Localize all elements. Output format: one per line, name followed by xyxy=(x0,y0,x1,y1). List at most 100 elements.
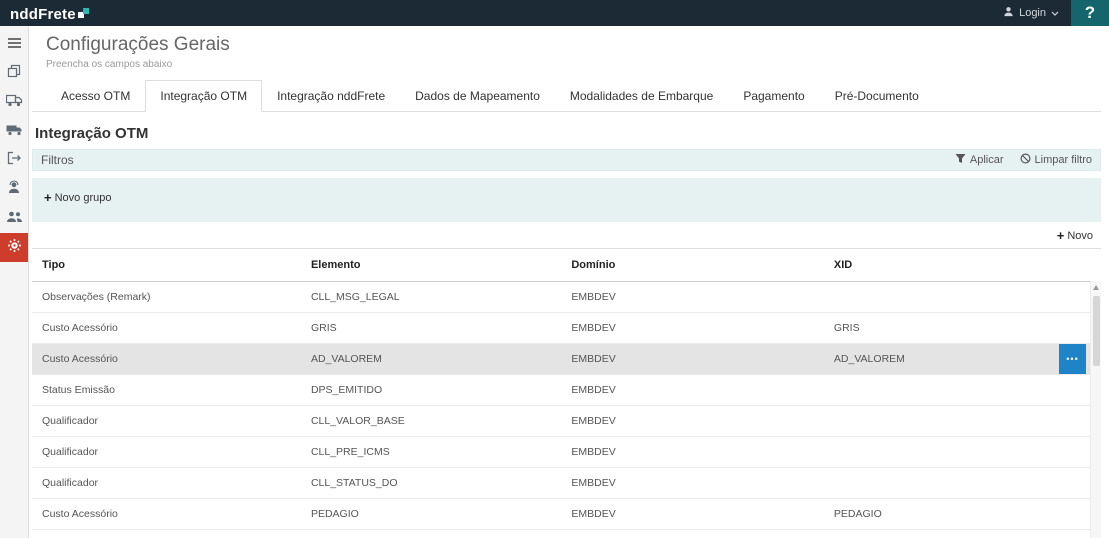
export-icon xyxy=(7,151,21,170)
column-header-dominio: Domínio xyxy=(567,249,830,281)
cell-elemento: CLL_PRE_ICMS xyxy=(307,437,567,467)
tab-pr-documento[interactable]: Pré-Documento xyxy=(820,80,934,112)
table-row[interactable]: Custo AcessórioAD_VALOREMEMBDEVAD_VALORE… xyxy=(32,344,1101,375)
sidebar-item-freight[interactable] xyxy=(0,88,28,117)
cell-dominio: EMBDEV xyxy=(567,282,830,312)
sidebar xyxy=(0,26,29,538)
cell-dominio: EMBDEV xyxy=(567,344,830,374)
table-row[interactable]: QualificadorCLL_STATUS_DOEMBDEV xyxy=(32,468,1101,499)
table-body: Observações (Remark)CLL_MSG_LEGALEMBDEVC… xyxy=(32,282,1101,530)
topbar: nddFrete Login ? xyxy=(0,0,1109,26)
table-row[interactable]: Observações (Remark)CLL_MSG_LEGALEMBDEV xyxy=(32,282,1101,313)
sidebar-item-menu[interactable] xyxy=(0,30,28,59)
main-content: Configurações Gerais Preencha os campos … xyxy=(29,26,1109,538)
tab-dados-de-mapeamento[interactable]: Dados de Mapeamento xyxy=(400,80,555,112)
apply-filter-label: Aplicar xyxy=(970,154,1004,166)
cell-dominio: EMBDEV xyxy=(567,468,830,498)
support-headset-icon xyxy=(7,180,21,199)
tab-acesso-otm[interactable]: Acesso OTM xyxy=(46,80,145,112)
plus-icon: + xyxy=(1057,229,1065,242)
data-table: TipoElementoDomínioXID Observações (Rema… xyxy=(32,248,1101,538)
plus-icon: + xyxy=(44,191,52,204)
ban-icon xyxy=(1020,153,1031,167)
clear-filter-button[interactable]: Limpar filtro xyxy=(1020,153,1092,167)
section-title: Integração OTM xyxy=(35,125,1101,142)
brand-flag-icon xyxy=(78,7,89,22)
users-icon xyxy=(6,210,23,228)
table-header: TipoElementoDomínioXID xyxy=(32,249,1101,282)
table-row[interactable]: Custo AcessórioGRISEMBDEVGRIS xyxy=(32,313,1101,344)
cell-xid xyxy=(830,437,1101,467)
new-label: Novo xyxy=(1067,230,1093,242)
scroll-up-arrow-icon[interactable] xyxy=(1093,285,1099,290)
cell-dominio: EMBDEV xyxy=(567,406,830,436)
new-group-label: Novo grupo xyxy=(55,192,112,204)
cell-tipo: Qualificador xyxy=(38,406,307,436)
column-header-elemento: Elemento xyxy=(307,249,567,281)
tab-modalidades-de-embarque[interactable]: Modalidades de Embarque xyxy=(555,80,728,112)
scrollbar-thumb[interactable] xyxy=(1093,296,1100,366)
sidebar-item-documents[interactable] xyxy=(0,59,28,88)
login-button[interactable]: Login xyxy=(991,0,1071,26)
sidebar-item-support[interactable] xyxy=(0,175,28,204)
cell-tipo: Custo Acessório xyxy=(38,344,307,374)
sidebar-item-fleet[interactable] xyxy=(0,117,28,146)
sidebar-item-users[interactable] xyxy=(0,204,28,233)
sidebar-item-settings[interactable] xyxy=(0,233,28,262)
tab-integra-o-nddfrete[interactable]: Integração nddFrete xyxy=(262,80,400,112)
gear-icon xyxy=(7,238,22,258)
cell-xid: GRIS xyxy=(830,313,1101,343)
cell-tipo: Status Emissão xyxy=(38,375,307,405)
page-title: Configurações Gerais xyxy=(46,34,1101,56)
brand-logo: nddFrete xyxy=(10,4,89,22)
cell-dominio: EMBDEV xyxy=(567,437,830,467)
filters-bar: Filtros Aplicar Limpar filtro xyxy=(32,149,1101,171)
cell-tipo: Qualificador xyxy=(38,468,307,498)
tab-pagamento[interactable]: Pagamento xyxy=(728,80,819,112)
cell-elemento: CLL_VALOR_BASE xyxy=(307,406,567,436)
cell-dominio: EMBDEV xyxy=(567,375,830,405)
cell-elemento: CLL_MSG_LEGAL xyxy=(307,282,567,312)
cell-dominio: EMBDEV xyxy=(567,313,830,343)
new-row: + Novo xyxy=(32,222,1101,248)
help-button[interactable]: ? xyxy=(1071,0,1109,26)
cell-xid xyxy=(830,282,1101,312)
column-header-xid: XID xyxy=(830,249,1101,281)
truck-solid-icon xyxy=(6,123,23,141)
new-group-button[interactable]: + Novo grupo xyxy=(44,191,111,204)
tab-integra-o-otm[interactable]: Integração OTM xyxy=(145,80,262,112)
page-header: Configurações Gerais Preencha os campos … xyxy=(46,34,1101,70)
cell-elemento: DPS_EMITIDO xyxy=(307,375,567,405)
login-label: Login xyxy=(1019,7,1046,19)
table-scrollbar[interactable] xyxy=(1090,281,1101,538)
cell-tipo: Custo Acessório xyxy=(38,313,307,343)
funnel-icon xyxy=(955,153,966,167)
chevron-down-icon xyxy=(1051,7,1059,19)
user-icon xyxy=(1003,6,1014,20)
copy-pages-icon xyxy=(7,64,21,83)
cell-elemento: PEDAGIO xyxy=(307,499,567,529)
new-button[interactable]: + Novo xyxy=(1057,229,1093,242)
cell-dominio: EMBDEV xyxy=(567,499,830,529)
cell-xid xyxy=(830,406,1101,436)
table-row[interactable]: Status EmissãoDPS_EMITIDOEMBDEV xyxy=(32,375,1101,406)
sidebar-item-export[interactable] xyxy=(0,146,28,175)
clear-filter-label: Limpar filtro xyxy=(1035,154,1092,166)
brand-text: nddFrete xyxy=(10,7,76,22)
row-actions-button[interactable]: ••• xyxy=(1059,344,1086,374)
cell-tipo: Qualificador xyxy=(38,437,307,467)
truck-outline-icon xyxy=(6,94,23,112)
table-row[interactable]: QualificadorCLL_VALOR_BASEEMBDEV xyxy=(32,406,1101,437)
cell-tipo: Observações (Remark) xyxy=(38,282,307,312)
tab-bar: Acesso OTMIntegração OTMIntegração nddFr… xyxy=(32,80,1101,112)
table-row[interactable]: Custo AcessórioPEDAGIOEMBDEVPEDAGIO xyxy=(32,499,1101,530)
cell-tipo: Custo Acessório xyxy=(38,499,307,529)
page-subtitle: Preencha os campos abaixo xyxy=(46,59,1101,70)
table-row[interactable]: QualificadorCLL_PRE_ICMSEMBDEV xyxy=(32,437,1101,468)
cell-elemento: AD_VALOREM xyxy=(307,344,567,374)
new-group-panel: + Novo grupo xyxy=(32,178,1101,222)
cell-xid: PEDAGIO xyxy=(830,499,1101,529)
filters-label: Filtros xyxy=(41,153,74,167)
apply-filter-button[interactable]: Aplicar xyxy=(955,153,1004,167)
cell-elemento: CLL_STATUS_DO xyxy=(307,468,567,498)
